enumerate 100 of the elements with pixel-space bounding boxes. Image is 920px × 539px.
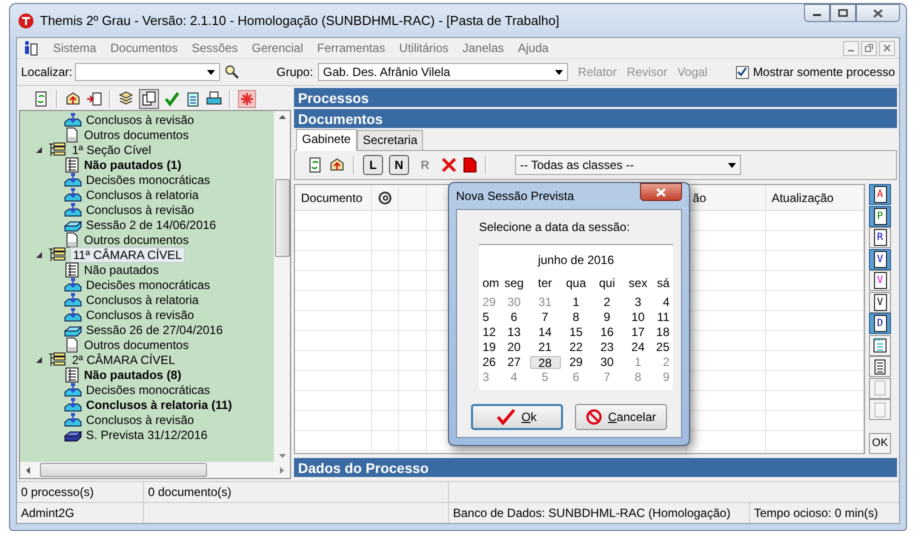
calendar-day[interactable]: 6 (498, 311, 530, 324)
calendar-day[interactable]: 17 (622, 326, 654, 339)
tree-item[interactable]: Sessão 2 de 14/06/2016 (86, 218, 216, 232)
calendar-day[interactable]: 10 (622, 311, 654, 324)
group-combo[interactable]: Gab. Des. Afrânio Vilela (318, 63, 568, 81)
tree-item[interactable]: S. Prevista 31/12/2016 (86, 428, 208, 442)
only-mine-checkbox[interactable]: Mostrar somente processo (736, 65, 895, 79)
calendar-day[interactable]: 14 (530, 326, 560, 339)
calendar-day[interactable]: 15 (560, 326, 592, 339)
tree-item[interactable]: Conclusos à revisão (86, 308, 194, 322)
calendar-day[interactable]: 20 (498, 341, 530, 354)
delete-icon[interactable] (441, 157, 457, 173)
tree-item[interactable]: Outros documentos (84, 338, 189, 352)
menu-item[interactable]: Sessões (192, 41, 238, 55)
side-tool-button[interactable]: V (869, 292, 891, 312)
tree-item[interactable]: Outros documentos (84, 232, 189, 246)
menu-item[interactable]: Documentos (110, 41, 178, 55)
expanded-triangle-icon[interactable] (36, 356, 42, 362)
scrollbar-thumb[interactable] (274, 179, 290, 257)
calendar-day[interactable]: 1 (560, 296, 592, 309)
calendar-day[interactable]: 4 (654, 296, 670, 309)
tree-item[interactable]: Sessão 26 de 27/04/2016 (86, 322, 223, 336)
calendar-day[interactable]: 18 (654, 326, 670, 339)
refresh-icon[interactable] (307, 157, 323, 173)
calendar-day[interactable]: 27 (498, 356, 530, 369)
side-tool-button[interactable]: V (869, 248, 891, 270)
mdi-restore-button[interactable] (861, 40, 877, 56)
expanded-triangle-icon[interactable] (36, 252, 42, 258)
stack-icon[interactable] (118, 91, 134, 107)
menu-item[interactable]: Ajuda (518, 41, 549, 55)
menu-item[interactable]: Utilitários (399, 41, 448, 55)
side-tool-button[interactable]: D (869, 313, 891, 334)
tree-group-label[interactable]: 11ª CÂMARA CÍVEL (70, 246, 185, 262)
tree-item[interactable]: Conclusos à relatoria (86, 292, 199, 306)
horizontal-scrollbar[interactable] (20, 462, 290, 478)
calendar-day[interactable]: 3 (622, 296, 654, 309)
side-tool-button[interactable]: R (869, 227, 891, 248)
menu-item[interactable]: Sistema (53, 41, 96, 55)
tree-item[interactable]: Conclusos à revisão (86, 412, 194, 426)
menu-item[interactable]: Ferramentas (317, 41, 386, 55)
tree-item[interactable]: Não pautados (8) (84, 368, 182, 382)
package-up-icon[interactable] (329, 157, 345, 173)
calendar-day[interactable]: 25 (654, 341, 670, 354)
side-tool-button[interactable]: V (869, 270, 891, 291)
calendar-day[interactable]: 16 (592, 326, 622, 339)
calendar-day[interactable]: 30 (592, 356, 622, 369)
tree-item[interactable]: Conclusos à relatoria (11) (86, 398, 232, 412)
tree-item[interactable]: Conclusos à revisão (86, 202, 194, 216)
calendar-day[interactable]: 28 (530, 356, 560, 369)
maximize-button[interactable] (830, 4, 856, 22)
calendar-day[interactable]: 9 (592, 311, 622, 324)
tree-item[interactable]: Outros documentos (84, 128, 189, 142)
tree-item[interactable]: Decisões monocráticas (86, 172, 210, 186)
calendar-day[interactable]: 26 (482, 356, 498, 369)
mdi-close-button[interactable] (879, 40, 895, 56)
calendar-day[interactable]: 11 (654, 311, 670, 324)
cancel-button[interactable]: Cancelar (575, 404, 667, 430)
ok-button[interactable]: OK (869, 432, 891, 454)
calendar-day[interactable]: 21 (530, 341, 560, 354)
mdi-minimize-button[interactable] (843, 40, 859, 56)
refresh-icon[interactable] (33, 91, 49, 107)
calendar-day[interactable]: 29 (560, 356, 592, 369)
menu-item[interactable]: Gerencial (252, 41, 304, 55)
calendar-day[interactable]: 19 (482, 341, 498, 354)
close-button[interactable] (856, 4, 900, 22)
tree-item[interactable]: Não pautados (1) (84, 158, 182, 172)
calendar[interactable]: junho de 2016 om seg ter qua qui sex sá 29 30 31 1 2 3 4 5 6 7 8 9 10 11 12 13 14 15 16 17 18 19 20 21 22 23 24 25 26 27 28 29 30 1 2 3 4 5 6 7 8 9 (479, 244, 673, 390)
tab[interactable]: Secretaria (356, 130, 424, 150)
tree-item[interactable]: Não pautados (84, 262, 159, 276)
close-button[interactable] (640, 183, 682, 201)
calendar-day[interactable]: 7 (530, 311, 560, 324)
calendar-day[interactable]: 23 (592, 341, 622, 354)
checkmark-icon[interactable] (164, 91, 180, 107)
filter-toggle-button[interactable]: L (363, 155, 383, 175)
tree-item[interactable]: Decisões monocráticas (86, 382, 210, 396)
column-header[interactable]: Atualização (766, 185, 864, 210)
tree-item[interactable]: Conclusos à revisão (86, 112, 194, 126)
scrollbar-thumb[interactable] (40, 463, 207, 477)
calendar-day[interactable]: 2 (592, 296, 622, 309)
document-person-icon[interactable] (23, 40, 39, 56)
tree-group-label[interactable]: 1ª Seção Cível (70, 142, 154, 156)
class-filter-combo[interactable]: -- Todas as classes -- (515, 155, 741, 175)
tree-item[interactable]: Conclusos à relatoria (86, 188, 199, 202)
copy-tool-button[interactable] (139, 89, 159, 109)
side-tool-button[interactable] (869, 356, 891, 377)
menu-item[interactable]: Janelas (462, 41, 504, 55)
minimize-button[interactable] (804, 4, 830, 22)
side-tool-button[interactable]: P (869, 206, 891, 226)
ok-button[interactable]: Ok (471, 404, 563, 430)
side-tool-button[interactable]: A (869, 184, 891, 205)
expanded-triangle-icon[interactable] (36, 146, 42, 152)
tab[interactable]: Gabinete (296, 129, 357, 151)
calendar-day[interactable]: 22 (560, 341, 592, 354)
filled-page-icon[interactable] (463, 157, 477, 173)
vertical-scrollbar[interactable] (274, 111, 290, 462)
asterisk-icon[interactable] (238, 90, 256, 108)
calendar-day[interactable]: 12 (482, 326, 498, 339)
notepad-icon[interactable] (185, 91, 201, 107)
tree-group-label[interactable]: 2ª CÂMARA CÍVEL (70, 352, 178, 366)
tree-item[interactable]: Decisões monocráticas (86, 278, 210, 292)
